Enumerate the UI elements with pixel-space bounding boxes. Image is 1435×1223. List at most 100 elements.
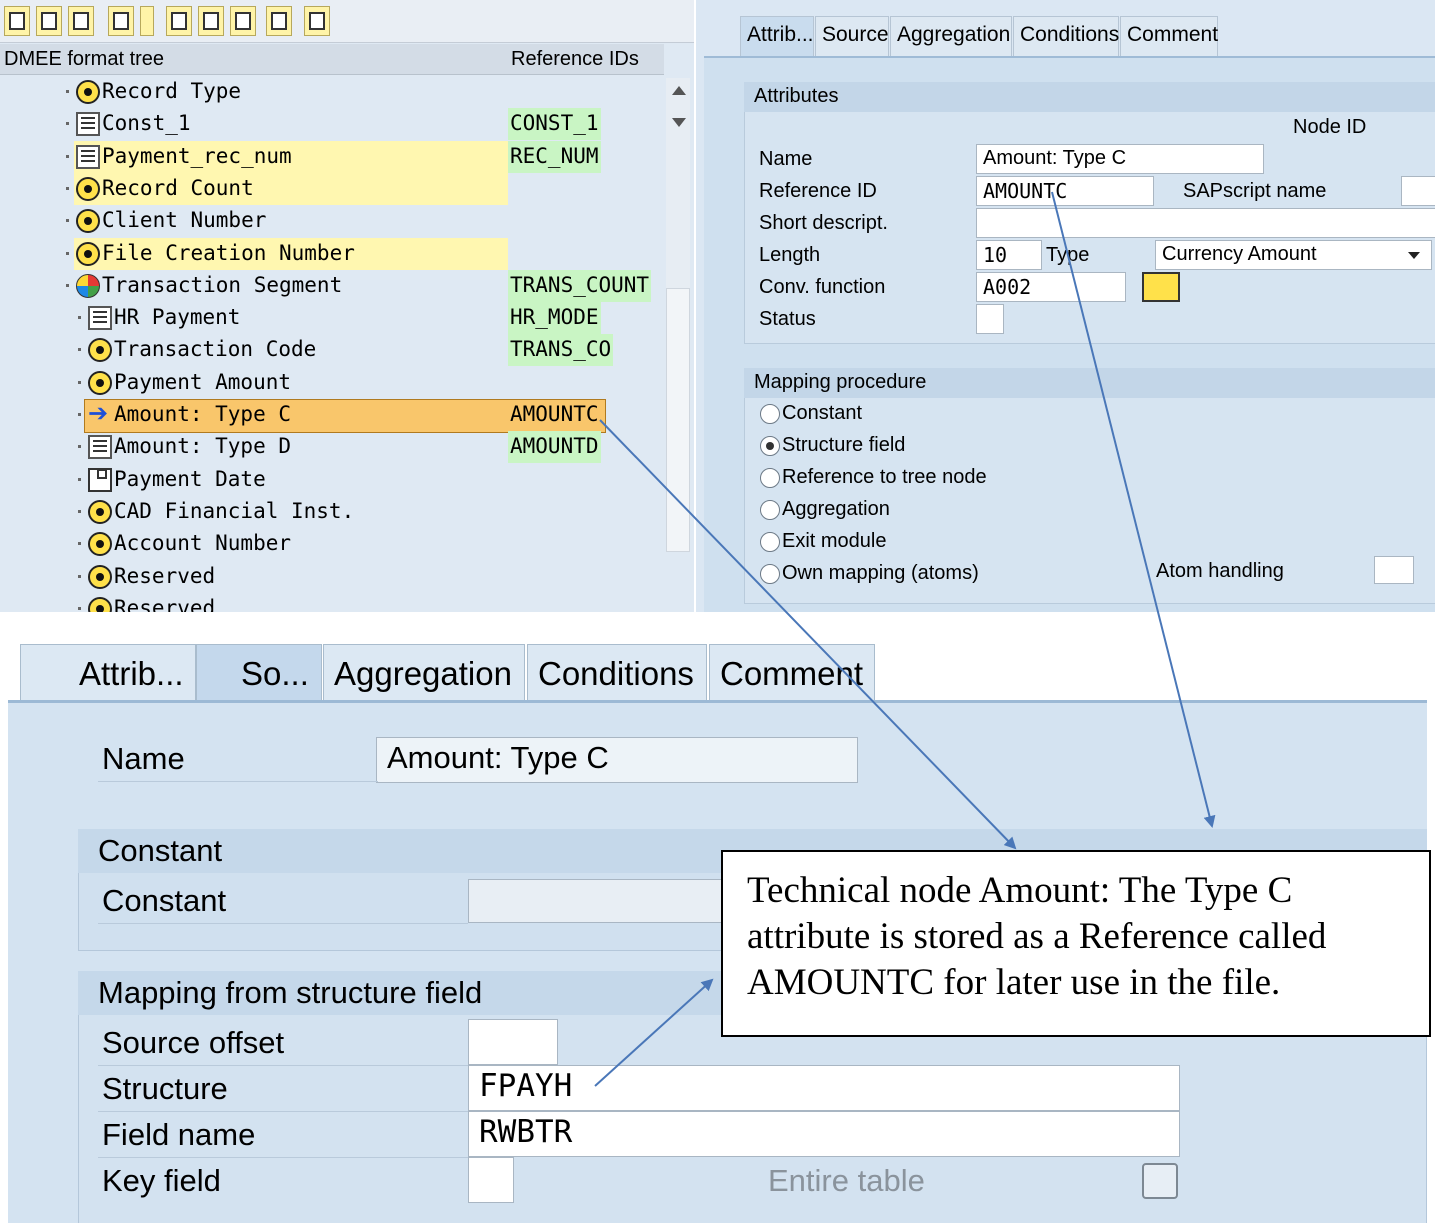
tree-row[interactable]: Reserved	[0, 593, 664, 612]
tree-row[interactable]: CAD Financial Inst.	[0, 496, 664, 528]
type-select[interactable]: Currency Amount	[1155, 240, 1432, 270]
tree-row[interactable]: Transaction Code TRANS_CO	[0, 334, 664, 367]
tree-row[interactable]: Reserved	[0, 561, 664, 593]
atom-handling-input[interactable]	[1374, 556, 1414, 584]
reference-id-cell: TRANS_COUNT	[508, 269, 652, 302]
tree-node-label: Amount: Type C	[114, 402, 292, 426]
mapping-procedure-title: Mapping procedure	[744, 368, 1435, 398]
tree-row[interactable]: ➔ Amount: Type C AMOUNTC	[0, 399, 664, 433]
field-name-input[interactable]: RWBTR	[468, 1111, 1180, 1157]
tree-connector	[78, 509, 81, 513]
tree-header: DMEE format tree Reference IDs	[0, 44, 664, 75]
chevron-down-icon[interactable]	[1408, 252, 1420, 259]
status-label: Status	[759, 308, 816, 330]
tree-node-label: Payment Date	[114, 466, 266, 491]
mapping-radio[interactable]	[760, 564, 780, 584]
tree-row[interactable]: File Creation Number	[0, 237, 664, 270]
find-icon[interactable]	[304, 6, 330, 36]
expand-icon[interactable]	[4, 6, 30, 36]
tree-column-header: DMEE format tree	[4, 48, 165, 70]
tree-connector	[66, 122, 69, 126]
tab-aggregation-large[interactable]: Aggregation	[323, 644, 525, 706]
conversion-help-icon[interactable]	[1142, 272, 1180, 302]
tree-row[interactable]: Payment Amount	[0, 367, 664, 399]
structure-input[interactable]: FPAYH	[468, 1065, 1180, 1111]
mapping-radio[interactable]	[760, 532, 780, 552]
scroll-up-icon[interactable]	[672, 86, 686, 95]
tab-source[interactable]: Source	[815, 16, 889, 56]
conversion-function-input[interactable]: A002	[976, 272, 1126, 302]
divider	[98, 781, 378, 782]
tab-conditions[interactable]: Conditions	[1013, 16, 1119, 56]
tree-connector	[78, 477, 81, 481]
tree-node-label: Record Type	[102, 79, 242, 103]
tree-scrollbar[interactable]	[666, 78, 690, 552]
source-offset-input[interactable]	[468, 1019, 558, 1065]
tree-row[interactable]: Payment_rec_num REC_NUM	[0, 140, 664, 173]
source-name-input: Amount: Type C	[376, 737, 858, 783]
reference-id-input[interactable]: AMOUNTC	[976, 176, 1154, 206]
technical-node-icon	[76, 112, 100, 137]
new-icon[interactable]	[108, 6, 134, 36]
tree-node-label: Reserved	[114, 563, 216, 588]
field-name-label: Field name	[102, 1117, 256, 1152]
mapping-radio[interactable]	[760, 500, 780, 520]
tree-row[interactable]: Record Type	[0, 76, 664, 108]
sapscript-name-input[interactable]	[1401, 176, 1435, 206]
mapping-radio[interactable]	[760, 404, 780, 424]
element-icon	[88, 532, 112, 557]
node-id-label: Node ID	[1293, 116, 1367, 138]
tab-conditions-large[interactable]: Conditions	[527, 644, 707, 706]
tree-row[interactable]: Payment Date	[0, 464, 664, 496]
reference-id-cell: AMOUNTC	[510, 402, 599, 426]
short-description-input[interactable]	[976, 208, 1435, 238]
tree-node-label: Reserved	[114, 595, 216, 612]
tab-aggregation[interactable]: Aggregation	[890, 16, 1012, 56]
entire-table-checkbox[interactable]	[1142, 1163, 1178, 1199]
reference-id-cell: TRANS_CO	[508, 334, 614, 367]
source-name-label: Name	[102, 741, 185, 776]
short-description-label: Short descript.	[759, 212, 888, 234]
element-icon	[88, 370, 112, 395]
mapping-radio[interactable]	[760, 436, 780, 456]
tree-node-label: Transaction Code	[114, 337, 317, 362]
mapping-radio[interactable]	[760, 468, 780, 488]
copy-icon[interactable]	[198, 6, 224, 36]
mapping-option-label: Constant	[782, 402, 863, 424]
key-field-input[interactable]	[468, 1157, 514, 1203]
tab-attributes-large[interactable]: Attrib...	[20, 644, 196, 706]
length-input[interactable]: 10	[976, 240, 1042, 270]
mapping-option-label: Aggregation	[782, 498, 890, 520]
tab-comment[interactable]: Comment	[1120, 16, 1218, 56]
tree-connector	[66, 186, 69, 190]
reference-id-cell: REC_NUM	[508, 140, 601, 173]
tree-connector	[78, 413, 81, 416]
tree-row[interactable]: Record Count	[0, 172, 664, 205]
dropdown-icon[interactable]	[140, 6, 154, 36]
tree-row[interactable]: Const_1 CONST_1	[0, 108, 664, 141]
collapse-icon[interactable]	[36, 6, 62, 36]
tree-row[interactable]: Amount: Type D AMOUNTD	[0, 431, 664, 464]
tree-row[interactable]: HR Payment HR_MODE	[0, 302, 664, 335]
tree-row[interactable]: Account Number	[0, 528, 664, 560]
cut-icon[interactable]	[166, 6, 192, 36]
tree-connector	[78, 606, 81, 610]
tree-node-label: Payment Amount	[114, 369, 292, 394]
name-input[interactable]: Amount: Type C	[976, 144, 1264, 174]
save-icon[interactable]	[68, 6, 94, 36]
scroll-down-icon[interactable]	[672, 118, 686, 127]
tab-attributes[interactable]: Attrib...	[740, 16, 814, 56]
paste-icon[interactable]	[230, 6, 256, 36]
dmee-tree-panel: DMEE format tree Reference IDs Record Ty…	[0, 0, 694, 612]
segment-icon	[76, 273, 100, 298]
constant-label: Constant	[102, 883, 227, 918]
tab-source-large[interactable]: So...	[196, 644, 322, 706]
delete-icon[interactable]	[266, 6, 292, 36]
tree-row[interactable]: Client Number	[0, 205, 664, 237]
tree-toolbar	[0, 0, 694, 43]
scroll-thumb[interactable]	[666, 288, 690, 552]
tab-comment-large[interactable]: Comment	[709, 644, 875, 706]
attributes-group-title: Attributes	[744, 82, 1435, 112]
status-input[interactable]	[976, 304, 1004, 334]
tree-row[interactable]: Transaction Segment TRANS_COUNT	[0, 269, 664, 302]
